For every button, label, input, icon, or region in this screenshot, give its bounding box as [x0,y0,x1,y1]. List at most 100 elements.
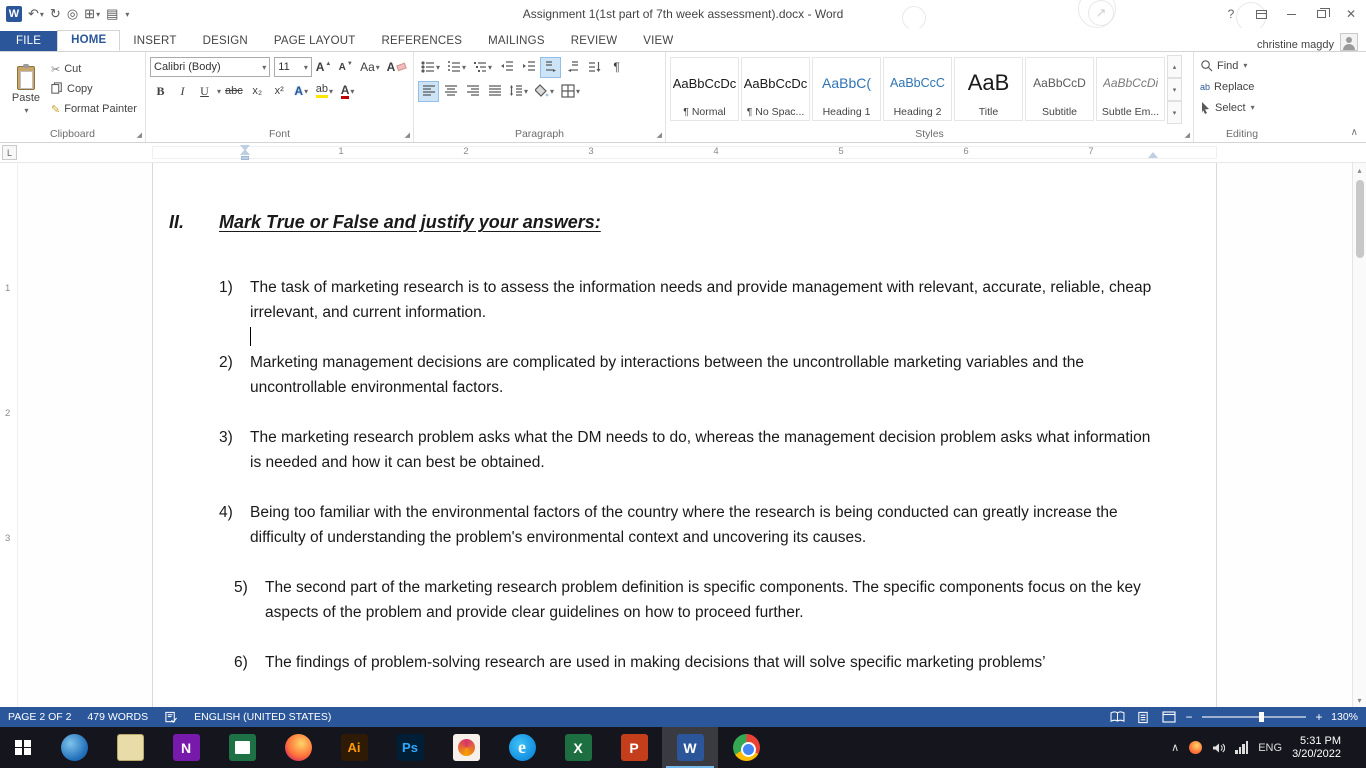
align-left-button[interactable] [418,80,439,102]
chevron-down-icon[interactable]: ▾ [217,87,221,96]
copy-button[interactable]: Copy [48,79,140,99]
collapse-ribbon-button[interactable]: ∧ [1351,127,1358,138]
left-to-right-direction-button[interactable] [540,56,562,78]
decrease-indent-button[interactable] [496,57,517,78]
redo-button[interactable]: ↻ [50,6,61,22]
taskbar-reader[interactable] [214,727,270,768]
strikethrough-button[interactable]: abc [222,81,246,102]
language-tray-label[interactable]: ENG [1258,742,1282,754]
tab-page-layout[interactable]: PAGE LAYOUT [261,32,369,51]
hanging-indent-marker[interactable] [240,149,250,155]
web-layout-button[interactable] [1156,707,1182,727]
tab-home[interactable]: HOME [57,30,121,51]
dialog-launcher-icon[interactable]: ◢ [657,131,662,139]
touch-mode-button[interactable]: ◎ [67,6,78,22]
scrollbar-thumb[interactable] [1355,180,1364,258]
find-button[interactable]: Find ▾ [1198,56,1286,75]
subscript-button[interactable]: x₂ [247,81,268,102]
align-center-button[interactable] [440,81,461,102]
styles-scroll-down-button[interactable]: ▾ [1167,78,1182,101]
dialog-launcher-icon[interactable]: ◢ [1185,131,1190,139]
left-indent-marker[interactable] [241,156,249,160]
cut-button[interactable]: ✂ Cut [48,59,140,79]
volume-icon[interactable] [1212,742,1226,754]
text-effects-button[interactable]: A ▾ [291,81,312,102]
user-avatar[interactable] [1340,33,1358,51]
undo-button[interactable]: ↶ ▾ [28,6,44,22]
multilevel-list-button[interactable]: ▾ [470,57,495,78]
scroll-up-arrow[interactable]: ▴ [1353,163,1366,177]
restore-button[interactable] [1306,1,1336,27]
hidden-icons-chevron[interactable]: ∧ [1171,741,1179,754]
bold-button[interactable]: B [150,81,171,102]
taskbar-photoshop[interactable]: Ps [382,727,438,768]
align-right-button[interactable] [462,81,483,102]
dialog-launcher-icon[interactable]: ◢ [137,131,142,139]
replace-button[interactable]: ab Replace [1198,77,1286,96]
save-button[interactable]: ▤ [106,6,118,22]
tab-references[interactable]: REFERENCES [369,32,476,51]
increase-indent-button[interactable] [518,57,539,78]
superscript-button[interactable]: x² [269,81,290,102]
taskbar-illustrator[interactable]: Ai [326,727,382,768]
dialog-launcher-icon[interactable]: ◢ [405,131,410,139]
zoom-slider[interactable] [1202,712,1306,722]
page-indicator[interactable]: PAGE 2 OF 2 [0,707,79,727]
start-button[interactable] [0,727,46,768]
taskbar-onenote[interactable]: N [158,727,214,768]
tab-insert[interactable]: INSERT [120,32,189,51]
sort-button[interactable] [584,57,605,78]
style-heading-1[interactable]: AaBbC( Heading 1 [812,57,881,121]
bullets-button[interactable]: ▾ [418,57,443,78]
signed-in-user[interactable]: christine magdy [1257,39,1334,51]
zoom-out-button[interactable]: − [1182,710,1196,724]
tab-selector[interactable]: L [2,145,17,160]
proofing-icon[interactable] [156,707,186,727]
taskbar-firefox[interactable] [270,727,326,768]
zoom-slider-thumb[interactable] [1259,712,1265,722]
read-mode-button[interactable] [1104,707,1130,727]
zoom-level[interactable]: 130% [1326,711,1366,723]
styles-gallery-more-button[interactable]: ▾ [1167,101,1182,124]
taskbar-clock[interactable]: 5:31 PM 3/20/2022 [1292,735,1347,761]
style-subtitle[interactable]: AaBbCcD Subtitle [1025,57,1094,121]
taskbar-sticky-notes[interactable] [102,727,158,768]
taskbar-excel[interactable]: X [550,727,606,768]
styles-scroll-up-button[interactable]: ▴ [1167,55,1182,78]
word-count[interactable]: 479 WORDS [79,707,156,727]
taskbar-paint-tool[interactable] [438,727,494,768]
right-indent-marker[interactable] [1148,152,1158,158]
language-indicator[interactable]: ENGLISH (UNITED STATES) [186,707,339,727]
shrink-font-button[interactable]: A ▼ [335,57,356,78]
taskbar-browser-globe[interactable] [46,727,102,768]
vertical-scrollbar[interactable]: ▴ ▾ [1352,163,1366,707]
format-painter-button[interactable]: ✎ Format Painter [48,99,140,119]
tab-design[interactable]: DESIGN [190,32,261,51]
select-button[interactable]: Select ▾ [1198,98,1286,117]
font-size-select[interactable]: 11 ▾ [274,57,312,77]
change-case-button[interactable]: Aa ▾ [357,57,382,78]
document-page[interactable]: II. Mark True or False and justify your … [152,163,1217,707]
firefox-tray-icon[interactable] [1189,741,1203,754]
tab-mailings[interactable]: MAILINGS [475,32,558,51]
borders-button[interactable]: ▾ [558,81,583,102]
customize-qat-button[interactable]: ▾ [124,10,129,19]
taskbar-edge[interactable]: e [494,727,550,768]
right-to-left-direction-button[interactable] [562,57,583,78]
taskbar-powerpoint[interactable]: P [606,727,662,768]
clear-formatting-button[interactable]: A [384,57,409,78]
numbering-button[interactable]: ▾ [444,57,469,78]
font-name-select[interactable]: Calibri (Body) ▾ [150,57,271,77]
word-app-icon[interactable]: W [6,6,22,22]
line-spacing-button[interactable]: ▾ [506,81,531,102]
table-quick-button[interactable]: ⊞ ▾ [84,6,100,22]
highlight-color-button[interactable]: ab ▾ [313,81,336,102]
close-button[interactable]: ✕ [1336,1,1366,27]
tab-file[interactable]: FILE [0,31,58,51]
show-formatting-marks-button[interactable]: ¶ [606,57,627,78]
zoom-in-button[interactable]: + [1312,710,1326,724]
style-no-spacing[interactable]: AaBbCcDc ¶ No Spac... [741,57,810,121]
help-button[interactable]: ? [1216,1,1246,27]
minimize-button[interactable] [1276,1,1306,27]
tab-review[interactable]: REVIEW [558,32,631,51]
